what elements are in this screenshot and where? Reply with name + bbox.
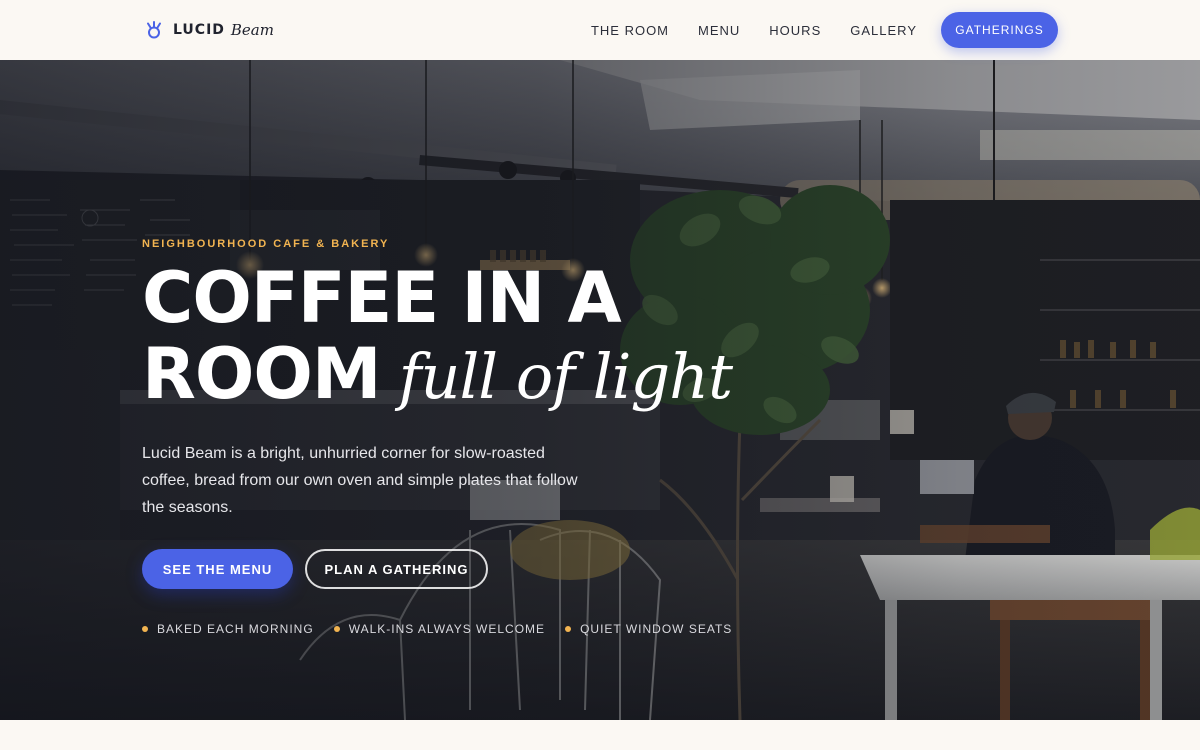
headline-line-1: COFFEE IN A [142,257,622,339]
hero-headline: COFFEE IN A ROOM full of light [142,257,733,415]
see-the-menu-button[interactable]: SEE THE MENU [142,549,293,589]
feature-label: WALK-INS ALWAYS WELCOME [348,622,546,636]
page-below-hero [0,720,1200,750]
feature-item: QUIET WINDOW SEATS [565,622,732,636]
nav-link-gallery[interactable]: GALLERY [850,23,917,38]
bullet-dot-icon [565,626,572,632]
brand-name-suffix: Beam [230,21,274,39]
feature-label: BAKED EACH MORNING [157,622,314,636]
bullet-dot-icon [142,626,148,632]
bullet-dot-icon [333,626,340,632]
brand-logo[interactable]: LUCID Beam [145,18,274,42]
feature-list: BAKED EACH MORNING WALK-INS ALWAYS WELCO… [142,622,752,636]
hero-description: Lucid Beam is a bright, unhurried corner… [142,445,578,516]
headline-line-2: ROOM [142,333,382,415]
hero-section: NEIGHBOURHOOD CAFE & BAKERY COFFEE IN A … [0,60,1200,720]
nav-link-menu[interactable]: MENU [698,23,740,38]
feature-item: WALK-INS ALWAYS WELCOME [333,622,546,636]
plan-a-gathering-button[interactable]: PLAN A GATHERING [305,549,488,589]
hero-eyebrow: NEIGHBOURHOOD CAFE & BAKERY [142,238,390,250]
feature-item: BAKED EACH MORNING [142,622,314,636]
brand-name: LUCID [173,22,225,38]
headline-accent: full of light [398,340,733,413]
gatherings-button[interactable]: GATHERINGS [941,12,1058,48]
site-header: LUCID Beam THE ROOM MENU HOURS GALLERY G… [0,0,1200,60]
sprout-icon [145,19,163,41]
headline-line-2-wrap: ROOM full of light [142,333,733,415]
feature-label: QUIET WINDOW SEATS [580,622,733,636]
nav-link-hours[interactable]: HOURS [769,23,821,38]
nav-link-the-room[interactable]: THE ROOM [591,23,669,38]
main-nav: THE ROOM MENU HOURS GALLERY [591,0,917,60]
